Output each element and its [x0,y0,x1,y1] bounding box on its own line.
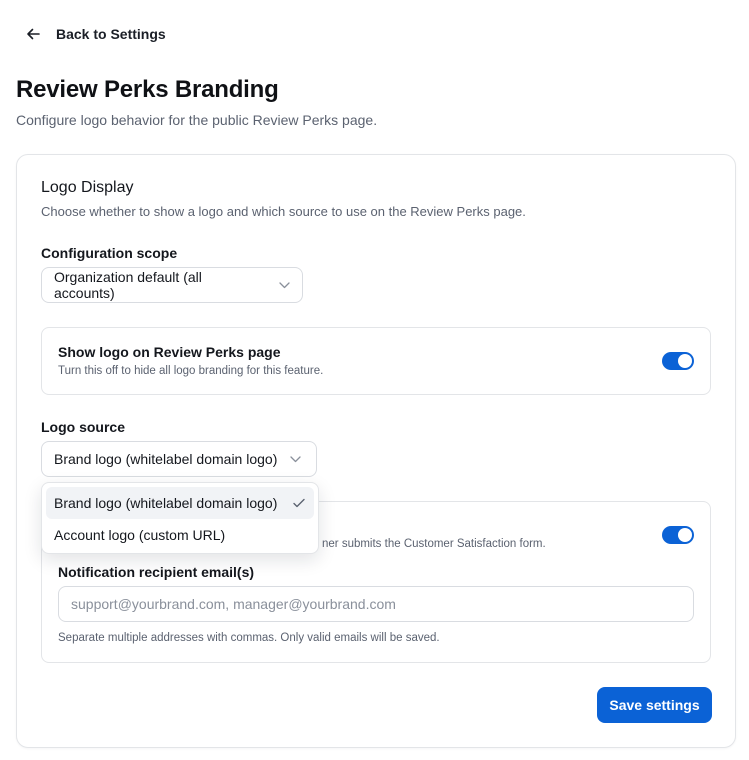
notification-description: ner submits the Customer Satisfaction fo… [322,538,546,550]
page-subtitle: Configure logo behavior for the public R… [16,112,378,128]
logo-source-value: Brand logo (whitelabel domain logo) [54,451,278,467]
save-settings-button[interactable]: Save settings [597,687,712,723]
section-title: Logo Display [41,179,134,196]
notification-email-helper: Separate multiple addresses with commas.… [58,632,440,644]
logo-source-select[interactable]: Brand logo (whitelabel domain logo) [41,441,317,477]
logo-source-label: Logo source [41,419,126,435]
check-icon [292,496,306,510]
logo-display-card: Logo Display Choose whether to show a lo… [16,154,736,748]
configuration-scope-value: Organization default (all accounts) [54,269,202,301]
show-logo-description: Turn this off to hide all logo branding … [58,365,324,377]
chevron-down-icon [289,453,301,465]
chevron-down-icon [278,279,290,291]
show-logo-toggle[interactable] [662,352,694,370]
option-label: Brand logo (whitelabel domain logo) [54,495,278,511]
logo-source-dropdown: Brand logo (whitelabel domain logo) Acco… [41,482,319,554]
page-title: Review Perks Branding [16,76,279,103]
toggle-knob [678,528,692,542]
show-logo-title: Show logo on Review Perks page [58,344,281,360]
show-logo-panel: Show logo on Review Perks page Turn this… [41,327,711,395]
option-label: Account logo (custom URL) [54,527,226,543]
notification-email-input[interactable] [58,586,694,622]
toggle-knob [678,354,692,368]
configuration-scope-label: Configuration scope [41,245,178,261]
configuration-scope-select[interactable]: Organization default (all accounts) [41,267,303,303]
logo-source-option-account[interactable]: Account logo (custom URL) [46,519,314,551]
logo-source-option-brand[interactable]: Brand logo (whitelabel domain logo) [46,487,314,519]
back-link-label: Back to Settings [56,26,166,42]
back-to-settings-link[interactable]: Back to Settings [24,24,166,44]
notification-email-label: Notification recipient email(s) [58,564,255,580]
section-description: Choose whether to show a logo and which … [41,204,526,219]
arrow-left-icon [24,25,42,43]
notification-toggle[interactable] [662,526,694,544]
